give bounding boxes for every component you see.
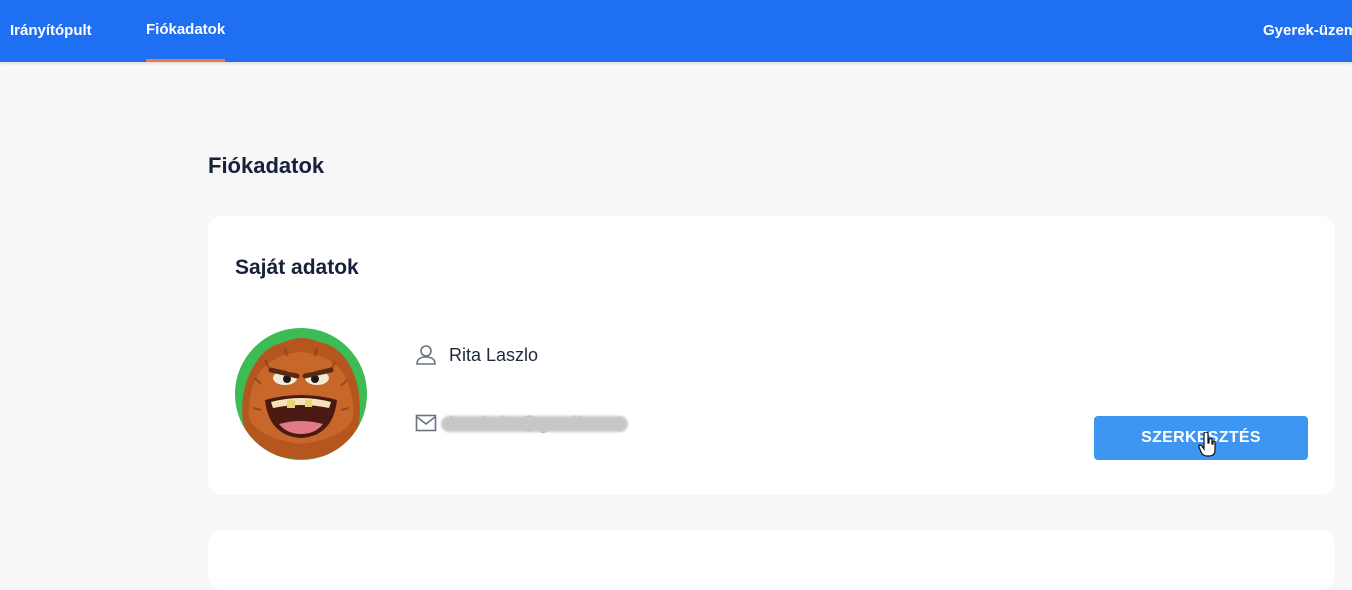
- page-title: Fiókadatok: [208, 153, 325, 178]
- user-email-redacted: laszlorita@gmail.com: [449, 412, 621, 433]
- user-icon: [416, 345, 436, 365]
- name-row: Rita Laszlo: [415, 344, 538, 366]
- email-row: laszlorita@gmail.com: [415, 412, 620, 434]
- avatar: [235, 328, 367, 460]
- mail-icon: [415, 414, 437, 432]
- hand-cursor-icon: [1198, 432, 1216, 457]
- nav-item-dashboard[interactable]: Irányítópult: [10, 0, 92, 62]
- user-name: Rita Laszlo: [449, 344, 539, 365]
- card-title: Saját adatok: [235, 256, 359, 279]
- nav-item-account[interactable]: Fiókadatok: [146, 0, 226, 62]
- nav-item-child-mode[interactable]: Gyerek-üzem: [1263, 0, 1352, 62]
- second-card: [208, 530, 1335, 590]
- own-data-card: Saját adatok Rita Laszlo laszlorita@gmai…: [208, 216, 1335, 495]
- monster-avatar-image: [235, 328, 367, 460]
- top-navigation-bar: Irányítópult Fiókadatok Gyerek-üzem: [0, 0, 1352, 62]
